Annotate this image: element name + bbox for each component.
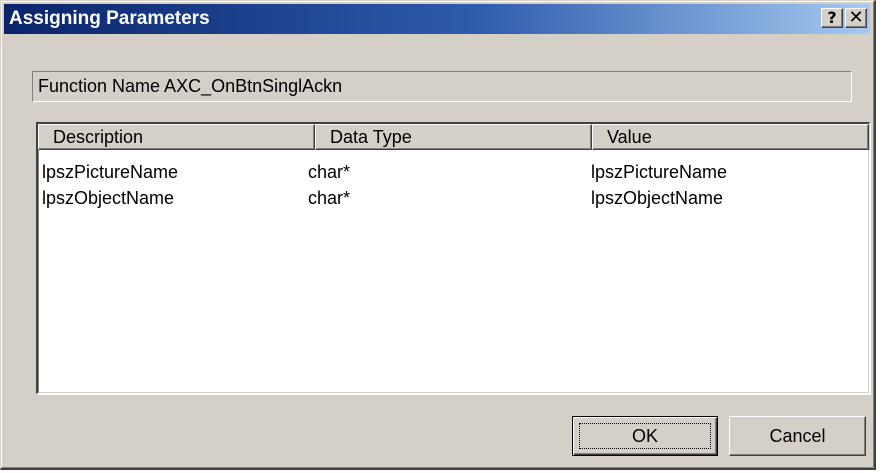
cancel-button[interactable]: Cancel: [729, 416, 866, 456]
close-icon: ✕: [848, 7, 864, 28]
function-name-field: Function Name AXC_OnBtnSinglAckn: [32, 71, 852, 102]
parameters-list[interactable]: Description Data Type Value lpszPictureN…: [36, 122, 870, 394]
assigning-parameters-dialog: Assigning Parameters ? ✕ Function Name A…: [0, 0, 876, 470]
list-header: Description Data Type Value: [38, 124, 870, 150]
cell-data-type: char*: [308, 162, 351, 182]
column-header-description[interactable]: Description: [38, 124, 315, 150]
column-header-data-type[interactable]: Data Type: [315, 124, 592, 150]
title-bar[interactable]: Assigning Parameters ? ✕: [4, 4, 870, 34]
table-row[interactable]: lpszPictureName char* lpszPictureName: [38, 161, 868, 183]
window-title: Assigning Parameters: [9, 8, 210, 29]
column-header-value[interactable]: Value: [592, 124, 869, 150]
cell-value: lpszObjectName: [591, 188, 724, 208]
ok-button-label: OK: [631, 426, 658, 446]
cell-data-type: char*: [308, 188, 351, 208]
help-icon: ?: [827, 8, 837, 27]
cell-description: lpszPictureName: [42, 162, 179, 182]
cancel-button-label: Cancel: [769, 426, 826, 446]
ok-button[interactable]: OK: [572, 416, 718, 456]
close-button[interactable]: ✕: [845, 8, 867, 28]
cell-description: lpszObjectName: [42, 188, 175, 208]
table-row[interactable]: lpszObjectName char* lpszObjectName: [38, 187, 868, 209]
help-button[interactable]: ?: [821, 8, 843, 28]
cell-value: lpszPictureName: [591, 162, 728, 182]
